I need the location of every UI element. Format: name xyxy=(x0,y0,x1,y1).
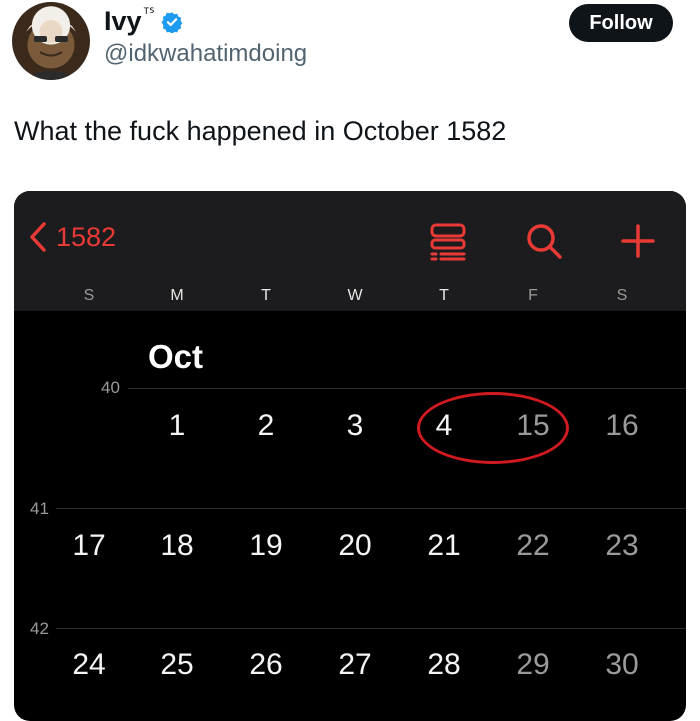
add-icon[interactable] xyxy=(618,221,658,261)
author-name[interactable]: Ivy ᵀᔆ xyxy=(104,4,183,37)
day-cell[interactable]: 17 xyxy=(59,529,119,563)
year-label: 1582 xyxy=(56,221,117,252)
calendar-top-bar: 1582 S M T W T F S xyxy=(14,191,686,311)
tweet-text: What the fuck happened in October 1582 xyxy=(14,116,507,146)
weekday-label: F xyxy=(528,287,538,304)
week-separator xyxy=(128,388,686,389)
day-cell[interactable]: 26 xyxy=(236,648,296,682)
day-cell[interactable]: 20 xyxy=(325,529,385,563)
week-separator xyxy=(56,628,686,629)
weekday-label: M xyxy=(170,287,184,304)
follow-button[interactable]: Follow xyxy=(569,4,673,42)
day-cell[interactable]: 22 xyxy=(503,529,563,563)
day-cell[interactable]: 16 xyxy=(592,409,652,443)
weekday-label: W xyxy=(347,287,363,304)
weekday-label: T xyxy=(261,287,271,304)
author-handle[interactable]: @idkwahatimdoing xyxy=(104,40,307,68)
day-cell[interactable]: 25 xyxy=(147,648,207,682)
verified-badge-icon xyxy=(161,11,182,33)
list-view-icon[interactable] xyxy=(428,221,468,261)
week-separator xyxy=(56,508,686,509)
day-cell[interactable]: 27 xyxy=(325,648,385,682)
day-cell[interactable]: 3 xyxy=(325,409,385,443)
weekday-label: S xyxy=(616,287,628,304)
week-number: 42 xyxy=(30,619,49,638)
weekday-label: T xyxy=(439,287,449,304)
search-icon[interactable] xyxy=(524,221,564,261)
author-avatar[interactable] xyxy=(12,2,90,80)
month-label: Oct xyxy=(148,338,204,375)
author-display-name: Ivy xyxy=(104,6,142,36)
day-cell[interactable]: 23 xyxy=(592,529,652,563)
author-name-suffix: ᵀᔆ xyxy=(143,4,155,20)
day-cell[interactable]: 1 xyxy=(147,409,207,443)
day-cell[interactable]: 21 xyxy=(414,529,474,563)
week-number: 40 xyxy=(101,378,120,397)
day-cell[interactable]: 18 xyxy=(147,529,207,563)
day-cell[interactable]: 2 xyxy=(236,409,296,443)
day-cell[interactable]: 28 xyxy=(414,648,474,682)
weekday-label: S xyxy=(83,287,95,304)
attached-image-calendar[interactable]: 1582 S M T W T F S Oct 40 1 2 3 4 15 16 … xyxy=(14,191,686,721)
week-number: 41 xyxy=(30,499,49,518)
chevron-left-icon xyxy=(30,222,46,252)
red-highlight-circle xyxy=(417,392,569,464)
day-cell[interactable]: 19 xyxy=(236,529,296,563)
day-cell[interactable]: 29 xyxy=(503,648,563,682)
day-cell[interactable]: 30 xyxy=(592,648,652,682)
back-to-year-button[interactable]: 1582 xyxy=(28,221,116,253)
day-cell[interactable]: 24 xyxy=(59,648,119,682)
